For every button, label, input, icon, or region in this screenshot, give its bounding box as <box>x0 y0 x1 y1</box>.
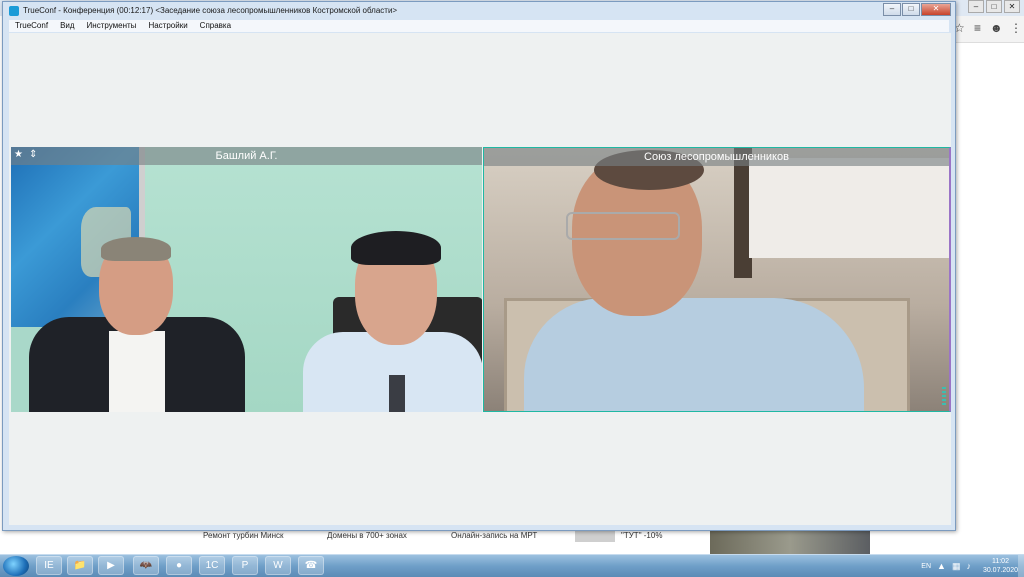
clock-time: 11:02 <box>991 558 1009 565</box>
word-icon[interactable]: W <box>265 556 291 575</box>
network-icon[interactable]: ▦ <box>952 561 961 572</box>
participant-hair <box>351 231 441 265</box>
footer-link[interactable]: Домены в 700+ зонах <box>327 531 407 540</box>
ad-text[interactable]: "ТУТ" -10% <box>621 531 662 540</box>
menu-tools[interactable]: Инструменты <box>81 20 143 32</box>
powerpoint-icon[interactable]: P <box>232 556 258 575</box>
audio-level-meter <box>942 387 946 407</box>
participant-glasses <box>566 212 680 240</box>
title-bar[interactable]: TrueConf - Конференция (00:12:17) <Засед… <box>3 2 955 19</box>
close-button[interactable]: ✕ <box>921 3 951 16</box>
browser-window-controls: – □ ✕ <box>968 0 1020 13</box>
tile-icons: ★ ⇕ <box>14 149 37 160</box>
participant-name: Башлий А.Г. <box>215 150 278 162</box>
clock[interactable]: 11:02 30.07.2020 <box>983 557 1018 575</box>
window-controls: – □ ✕ <box>883 3 951 16</box>
star-icon[interactable]: ★ <box>14 149 23 160</box>
participant-name-bar: Союз лесопромышленников <box>484 148 949 166</box>
browser-toolbar: ☆ ≡ ☻ ⋮ <box>952 16 1024 43</box>
window-title: TrueConf - Конференция (00:12:17) <Засед… <box>23 6 398 15</box>
participant-body <box>524 298 864 411</box>
move-icon[interactable]: ⇕ <box>29 149 37 160</box>
ie-icon[interactable]: IE <box>36 556 62 575</box>
1c-icon[interactable]: 1С <box>199 556 225 575</box>
participant-tie <box>389 375 405 412</box>
start-button[interactable] <box>3 556 29 576</box>
folder-icon[interactable]: 📁 <box>67 556 93 575</box>
browser-close-button[interactable]: ✕ <box>1004 0 1020 13</box>
tray-chevron-icon[interactable]: ▲ <box>937 561 946 571</box>
clock-date: 30.07.2020 <box>982 567 1018 574</box>
participant-shirt <box>109 331 165 412</box>
show-desktop-button[interactable] <box>1018 555 1024 577</box>
participant-name: Союз лесопромышленников <box>644 151 789 163</box>
menu-trueconf[interactable]: TrueConf <box>9 20 54 32</box>
footer-link[interactable]: Ремонт турбин Минск <box>203 531 284 540</box>
chrome-icon[interactable]: ● <box>166 556 192 575</box>
wall-cabinet <box>749 158 949 258</box>
browser-menu-icon[interactable]: ⋮ <box>1010 21 1022 35</box>
trueconf-logo-icon <box>9 5 19 16</box>
trueconf-taskbar-icon[interactable]: ☎ <box>298 556 324 575</box>
participant-hair <box>101 237 171 261</box>
menu-help[interactable]: Справка <box>194 20 237 32</box>
maximize-button[interactable]: □ <box>902 3 920 16</box>
reading-list-icon[interactable]: ≡ <box>974 21 981 35</box>
video-tile-left[interactable]: Башлий А.Г. ★ ⇕ <box>11 147 482 412</box>
video-tile-right[interactable]: Союз лесопромышленников <box>483 147 951 412</box>
volume-icon[interactable]: ♪ <box>966 561 971 571</box>
language-indicator[interactable]: EN <box>921 563 931 570</box>
taskbar: IE 📁 ▶ 🦇 ● 1С P W ☎ EN ▲ ▦ ♪ 11:02 30.07… <box>0 554 1024 577</box>
browser-maximize-button[interactable]: □ <box>986 0 1002 13</box>
menu-view[interactable]: Вид <box>54 20 80 32</box>
system-tray: EN ▲ ▦ ♪ 11:02 30.07.2020 <box>921 556 1018 576</box>
menu-bar: TrueConf Вид Инструменты Настройки Справ… <box>9 20 949 32</box>
minimize-button[interactable]: – <box>883 3 901 16</box>
conference-area: Башлий А.Г. ★ ⇕ Союз лесопромышленников <box>9 33 951 525</box>
footer-link[interactable]: Онлайн-запись на МРТ <box>451 531 537 540</box>
account-icon[interactable]: ☻ <box>990 21 1003 35</box>
media-player-icon[interactable]: ▶ <box>98 556 124 575</box>
participant-name-bar: Башлий А.Г. <box>11 147 482 165</box>
batman-app-icon[interactable]: 🦇 <box>133 556 159 575</box>
trueconf-window: TrueConf - Конференция (00:12:17) <Засед… <box>2 1 956 531</box>
menu-settings[interactable]: Настройки <box>142 20 193 32</box>
browser-minimize-button[interactable]: – <box>968 0 984 13</box>
